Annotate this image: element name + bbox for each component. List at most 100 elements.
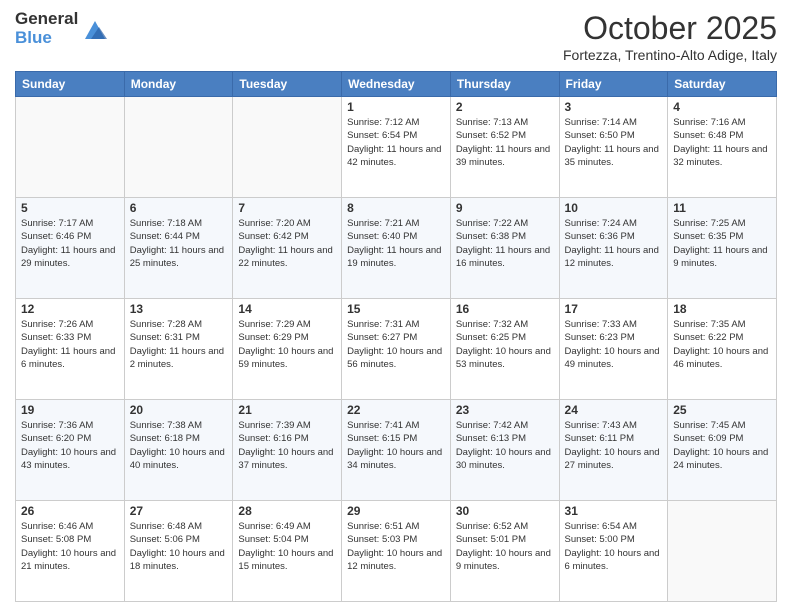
day-cell-0-6: 4 Sunrise: 7:16 AM Sunset: 6:48 PM Daylig… [668, 97, 777, 198]
day-number: 24 [565, 403, 663, 417]
day-info: Sunrise: 7:25 AM Sunset: 6:35 PM Dayligh… [673, 217, 771, 270]
day-cell-3-4: 23 Sunrise: 7:42 AM Sunset: 6:13 PM Dayli… [450, 400, 559, 501]
logo-icon [81, 15, 109, 43]
day-cell-0-0 [16, 97, 125, 198]
day-cell-0-4: 2 Sunrise: 7:13 AM Sunset: 6:52 PM Daylig… [450, 97, 559, 198]
day-number: 4 [673, 100, 771, 114]
day-info: Sunrise: 7:39 AM Sunset: 6:16 PM Dayligh… [238, 419, 336, 472]
day-number: 12 [21, 302, 119, 316]
header-thursday: Thursday [450, 72, 559, 97]
day-cell-3-2: 21 Sunrise: 7:39 AM Sunset: 6:16 PM Dayli… [233, 400, 342, 501]
header-monday: Monday [124, 72, 233, 97]
logo-blue: Blue [15, 29, 78, 48]
day-number: 8 [347, 201, 445, 215]
title-section: October 2025 Fortezza, Trentino-Alto Adi… [563, 10, 777, 63]
day-cell-4-4: 30 Sunrise: 6:52 AM Sunset: 5:01 PM Dayli… [450, 501, 559, 602]
day-cell-4-2: 28 Sunrise: 6:49 AM Sunset: 5:04 PM Dayli… [233, 501, 342, 602]
day-info: Sunrise: 7:22 AM Sunset: 6:38 PM Dayligh… [456, 217, 554, 270]
day-info: Sunrise: 7:29 AM Sunset: 6:29 PM Dayligh… [238, 318, 336, 371]
day-cell-2-2: 14 Sunrise: 7:29 AM Sunset: 6:29 PM Dayli… [233, 299, 342, 400]
logo-general: General [15, 10, 78, 29]
day-info: Sunrise: 7:32 AM Sunset: 6:25 PM Dayligh… [456, 318, 554, 371]
day-info: Sunrise: 7:16 AM Sunset: 6:48 PM Dayligh… [673, 116, 771, 169]
logo: General Blue [15, 10, 109, 47]
day-info: Sunrise: 7:31 AM Sunset: 6:27 PM Dayligh… [347, 318, 445, 371]
day-number: 14 [238, 302, 336, 316]
day-cell-3-6: 25 Sunrise: 7:45 AM Sunset: 6:09 PM Dayli… [668, 400, 777, 501]
day-number: 3 [565, 100, 663, 114]
header-tuesday: Tuesday [233, 72, 342, 97]
day-info: Sunrise: 6:49 AM Sunset: 5:04 PM Dayligh… [238, 520, 336, 573]
day-cell-2-1: 13 Sunrise: 7:28 AM Sunset: 6:31 PM Dayli… [124, 299, 233, 400]
day-info: Sunrise: 7:14 AM Sunset: 6:50 PM Dayligh… [565, 116, 663, 169]
day-number: 2 [456, 100, 554, 114]
day-info: Sunrise: 7:13 AM Sunset: 6:52 PM Dayligh… [456, 116, 554, 169]
week-row-5: 26 Sunrise: 6:46 AM Sunset: 5:08 PM Dayli… [16, 501, 777, 602]
day-cell-1-3: 8 Sunrise: 7:21 AM Sunset: 6:40 PM Daylig… [342, 198, 451, 299]
header-friday: Friday [559, 72, 668, 97]
day-cell-1-6: 11 Sunrise: 7:25 AM Sunset: 6:35 PM Dayli… [668, 198, 777, 299]
day-number: 19 [21, 403, 119, 417]
header-wednesday: Wednesday [342, 72, 451, 97]
day-info: Sunrise: 7:45 AM Sunset: 6:09 PM Dayligh… [673, 419, 771, 472]
day-number: 23 [456, 403, 554, 417]
day-info: Sunrise: 7:17 AM Sunset: 6:46 PM Dayligh… [21, 217, 119, 270]
day-info: Sunrise: 7:41 AM Sunset: 6:15 PM Dayligh… [347, 419, 445, 472]
week-row-2: 5Sunrise: 7:17 AM Sunset: 6:46 PM Daylig… [16, 198, 777, 299]
day-number: 31 [565, 504, 663, 518]
day-cell-1-0: 5Sunrise: 7:17 AM Sunset: 6:46 PM Daylig… [16, 198, 125, 299]
day-number: 22 [347, 403, 445, 417]
day-number: 16 [456, 302, 554, 316]
day-cell-3-5: 24Sunrise: 7:43 AM Sunset: 6:11 PM Dayli… [559, 400, 668, 501]
day-info: Sunrise: 6:46 AM Sunset: 5:08 PM Dayligh… [21, 520, 119, 573]
day-number: 1 [347, 100, 445, 114]
day-info: Sunrise: 7:28 AM Sunset: 6:31 PM Dayligh… [130, 318, 228, 371]
day-info: Sunrise: 7:33 AM Sunset: 6:23 PM Dayligh… [565, 318, 663, 371]
day-number: 11 [673, 201, 771, 215]
day-cell-2-3: 15 Sunrise: 7:31 AM Sunset: 6:27 PM Dayli… [342, 299, 451, 400]
day-cell-3-0: 19 Sunrise: 7:36 AM Sunset: 6:20 PM Dayli… [16, 400, 125, 501]
day-info: Sunrise: 6:52 AM Sunset: 5:01 PM Dayligh… [456, 520, 554, 573]
day-cell-0-1 [124, 97, 233, 198]
day-number: 21 [238, 403, 336, 417]
day-number: 18 [673, 302, 771, 316]
header-saturday: Saturday [668, 72, 777, 97]
day-cell-4-1: 27Sunrise: 6:48 AM Sunset: 5:06 PM Dayli… [124, 501, 233, 602]
day-number: 15 [347, 302, 445, 316]
day-cell-2-5: 17Sunrise: 7:33 AM Sunset: 6:23 PM Dayli… [559, 299, 668, 400]
day-cell-0-3: 1 Sunrise: 7:12 AM Sunset: 6:54 PM Daylig… [342, 97, 451, 198]
day-number: 13 [130, 302, 228, 316]
day-cell-3-3: 22 Sunrise: 7:41 AM Sunset: 6:15 PM Dayli… [342, 400, 451, 501]
day-cell-2-0: 12 Sunrise: 7:26 AM Sunset: 6:33 PM Dayli… [16, 299, 125, 400]
day-cell-1-1: 6Sunrise: 7:18 AM Sunset: 6:44 PM Daylig… [124, 198, 233, 299]
day-number: 7 [238, 201, 336, 215]
day-info: Sunrise: 7:12 AM Sunset: 6:54 PM Dayligh… [347, 116, 445, 169]
day-cell-4-5: 31Sunrise: 6:54 AM Sunset: 5:00 PM Dayli… [559, 501, 668, 602]
day-info: Sunrise: 7:26 AM Sunset: 6:33 PM Dayligh… [21, 318, 119, 371]
day-info: Sunrise: 6:51 AM Sunset: 5:03 PM Dayligh… [347, 520, 445, 573]
day-number: 10 [565, 201, 663, 215]
day-cell-0-2 [233, 97, 342, 198]
page: General Blue October 2025 Fortezza, Tren… [0, 0, 792, 612]
day-info: Sunrise: 7:20 AM Sunset: 6:42 PM Dayligh… [238, 217, 336, 270]
day-info: Sunrise: 7:35 AM Sunset: 6:22 PM Dayligh… [673, 318, 771, 371]
day-info: Sunrise: 7:36 AM Sunset: 6:20 PM Dayligh… [21, 419, 119, 472]
day-info: Sunrise: 7:21 AM Sunset: 6:40 PM Dayligh… [347, 217, 445, 270]
month-title: October 2025 [563, 10, 777, 47]
day-info: Sunrise: 6:48 AM Sunset: 5:06 PM Dayligh… [130, 520, 228, 573]
day-number: 28 [238, 504, 336, 518]
week-row-4: 19 Sunrise: 7:36 AM Sunset: 6:20 PM Dayli… [16, 400, 777, 501]
header-sunday: Sunday [16, 72, 125, 97]
day-number: 25 [673, 403, 771, 417]
day-cell-0-5: 3 Sunrise: 7:14 AM Sunset: 6:50 PM Daylig… [559, 97, 668, 198]
day-cell-1-2: 7 Sunrise: 7:20 AM Sunset: 6:42 PM Daylig… [233, 198, 342, 299]
day-cell-2-6: 18 Sunrise: 7:35 AM Sunset: 6:22 PM Dayli… [668, 299, 777, 400]
day-info: Sunrise: 7:42 AM Sunset: 6:13 PM Dayligh… [456, 419, 554, 472]
day-cell-1-5: 10Sunrise: 7:24 AM Sunset: 6:36 PM Dayli… [559, 198, 668, 299]
week-row-3: 12 Sunrise: 7:26 AM Sunset: 6:33 PM Dayli… [16, 299, 777, 400]
logo-text: General Blue [15, 10, 78, 47]
day-number: 30 [456, 504, 554, 518]
day-number: 9 [456, 201, 554, 215]
day-info: Sunrise: 7:18 AM Sunset: 6:44 PM Dayligh… [130, 217, 228, 270]
day-number: 26 [21, 504, 119, 518]
